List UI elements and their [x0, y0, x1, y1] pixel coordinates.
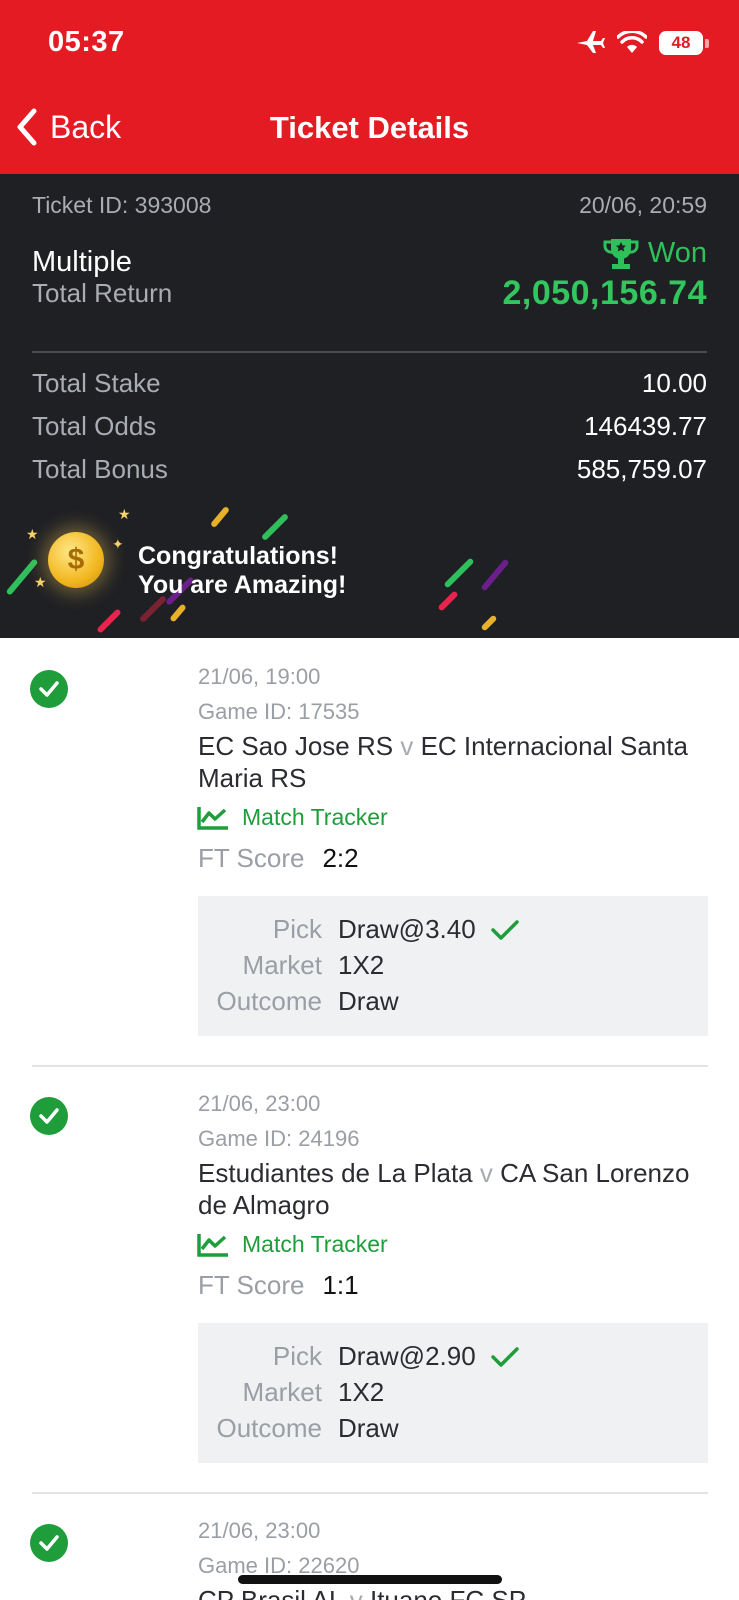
outcome-value: Draw: [338, 986, 399, 1016]
match-tracker-label: Match Tracker: [242, 1231, 388, 1257]
match-tracker-link[interactable]: Match Tracker: [196, 1231, 388, 1258]
match-title: Estudiantes de La Plata v CA San Lorenzo…: [198, 1157, 698, 1221]
ticket-id: Ticket ID: 393008: [32, 192, 212, 218]
home-team: EC Sao Jose RS: [198, 731, 394, 761]
sparkle-icon: ✦: [112, 536, 124, 552]
page-title: Ticket Details: [269, 110, 470, 145]
win-check-icon: [30, 1097, 68, 1135]
pick-label: Pick: [272, 914, 322, 944]
match-title: EC Sao Jose RS v EC Internacional Santa …: [198, 730, 698, 794]
match-datetime: 21/06, 19:00: [198, 664, 321, 689]
outcome-value: Draw: [338, 1413, 399, 1443]
status-label: Won: [647, 237, 707, 269]
confetti-streak: [443, 557, 475, 589]
home-team: Estudiantes de La Plata: [198, 1158, 473, 1188]
outcome-label: Outcome: [216, 986, 323, 1016]
market-label: Market: [242, 950, 322, 980]
ft-score-value: 1:1: [322, 1270, 359, 1300]
ticket-datetime: 20/06, 20:59: [579, 192, 707, 218]
match-title: CP Brasil AL v Ituano FC SP: [198, 1584, 698, 1600]
confetti-streak: [480, 558, 510, 592]
sparkle-icon: ★: [34, 574, 47, 590]
congrats-line-2: You are Amazing!: [138, 571, 347, 599]
total-odds-label: Total Odds: [32, 410, 157, 441]
match-tracker-link[interactable]: Match Tracker: [196, 804, 388, 831]
market-value: 1X2: [338, 950, 385, 980]
versus: v: [349, 1585, 363, 1600]
sparkle-icon: ★: [26, 526, 39, 542]
status-icons: 48: [575, 30, 709, 56]
market-value: 1X2: [338, 1377, 385, 1407]
total-return-label: Total Return: [32, 278, 173, 308]
pick-value: Draw@3.40: [338, 914, 476, 944]
congrats-line-1: Congratulations!: [138, 542, 338, 570]
confetti-streak: [437, 590, 459, 612]
versus: v: [400, 731, 414, 761]
total-return-value: 2,050,156.74: [502, 274, 707, 312]
selection-item: 21/06, 19:00 Game ID: 17535 EC Sao Jose …: [0, 638, 739, 1068]
total-stake-value: 10.00: [641, 367, 707, 398]
confetti-streak: [480, 614, 498, 632]
wifi-icon: [617, 31, 647, 53]
battery-cap: [705, 38, 709, 48]
total-bonus-value: 585,759.07: [576, 453, 707, 484]
pick-details: Pick Draw@3.40 Market 1X2 Outcome Draw: [198, 896, 708, 1036]
market-label: Market: [242, 1377, 322, 1407]
battery-indicator: 48: [659, 31, 703, 55]
coin-icon: $: [48, 532, 104, 588]
status-time: 05:37: [48, 26, 125, 58]
versus: v: [479, 1158, 493, 1188]
header: 05:37 48 Back Ticket Details: [0, 0, 739, 174]
home-team: CP Brasil AL: [198, 1585, 343, 1600]
confetti-streak: [209, 505, 231, 529]
match-datetime: 21/06, 23:00: [198, 1518, 321, 1543]
status-won: Won: [602, 237, 707, 271]
ft-score-label: FT Score: [198, 1270, 305, 1300]
game-id: Game ID: 24196: [198, 1126, 360, 1151]
total-stake-label: Total Stake: [32, 367, 161, 398]
ft-score: FT Score 2:2: [198, 843, 359, 874]
sparkle-icon: ★: [118, 506, 131, 522]
congrats-text: Congratulations! You are Amazing!: [138, 542, 346, 600]
selection-item: 21/06, 23:00 Game ID: 24196 Estudiantes …: [0, 1065, 739, 1495]
ft-score-label: FT Score: [198, 843, 305, 873]
total-bonus-label: Total Bonus: [32, 453, 168, 484]
confetti-streak: [96, 608, 122, 634]
ft-score: FT Score 1:1: [198, 1270, 359, 1301]
match-datetime: 21/06, 23:00: [198, 1091, 321, 1116]
game-id: Game ID: 17535: [198, 699, 360, 724]
chart-icon: [197, 806, 228, 830]
match-tracker-label: Match Tracker: [242, 804, 388, 830]
checkmark-icon: [490, 919, 519, 940]
airplane-icon: [577, 31, 605, 53]
pick-value: Draw@2.90: [338, 1341, 476, 1371]
ft-score-value: 2:2: [322, 843, 359, 873]
confetti-streak: [260, 512, 290, 542]
total-odds-value: 146439.77: [584, 410, 707, 441]
home-indicator[interactable]: [238, 1575, 502, 1584]
summary-divider: [32, 351, 707, 353]
chart-icon: [197, 1233, 228, 1257]
win-check-icon: [30, 670, 68, 708]
confetti-streak: [169, 603, 187, 623]
away-team: Ituano FC SP: [369, 1585, 527, 1600]
outcome-label: Outcome: [216, 1413, 323, 1443]
checkmark-icon: [490, 1346, 519, 1367]
pick-details: Pick Draw@2.90 Market 1X2 Outcome Draw: [198, 1323, 708, 1463]
win-check-icon: [30, 1524, 68, 1562]
trophy-icon: [603, 238, 639, 269]
pick-label: Pick: [272, 1341, 322, 1371]
battery-level: 48: [671, 33, 691, 52]
ticket-summary: Ticket ID: 393008 20/06, 20:59 Multiple …: [0, 174, 739, 638]
